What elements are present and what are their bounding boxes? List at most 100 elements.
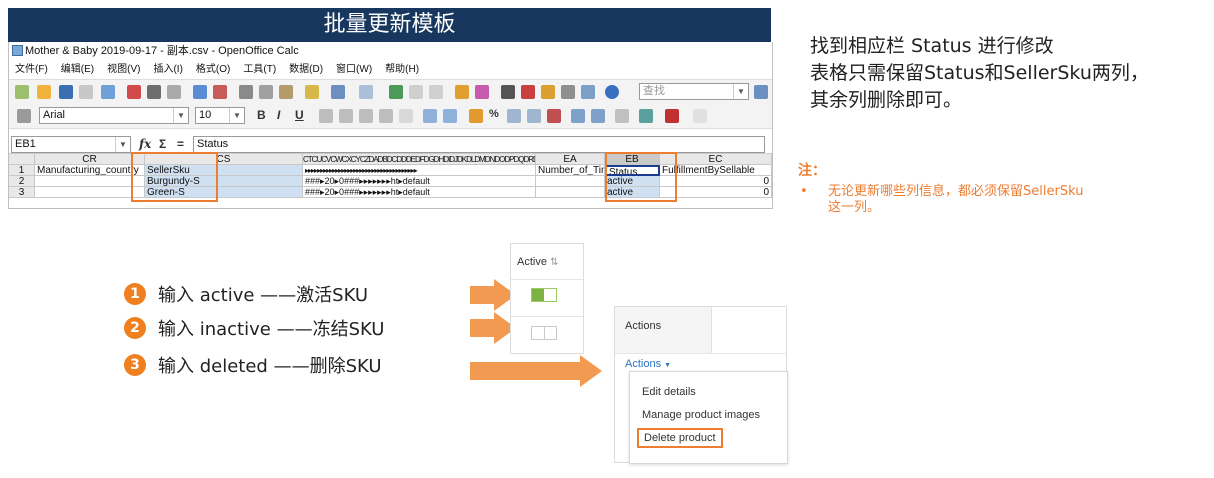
col-header-cr[interactable]: CR	[35, 154, 145, 165]
background-color-icon[interactable]	[639, 109, 653, 123]
corner-cell[interactable]	[9, 154, 35, 165]
hyperlink-icon[interactable]	[389, 85, 403, 99]
row-header[interactable]: 2	[9, 176, 35, 187]
currency-icon[interactable]	[469, 109, 483, 123]
draw-functions-icon[interactable]	[475, 85, 489, 99]
menu-insert[interactable]: 插入(I)	[153, 61, 182, 78]
menu-item-edit-details[interactable]: Edit details	[642, 386, 696, 398]
datasources-icon[interactable]	[561, 85, 575, 99]
align-center-icon[interactable]	[339, 109, 353, 123]
new-icon[interactable]	[15, 85, 29, 99]
equals-icon[interactable]: =	[177, 137, 184, 151]
active-toggle-on[interactable]	[531, 288, 557, 302]
chevron-down-icon[interactable]: ▼	[115, 137, 130, 152]
navigator-icon[interactable]	[521, 85, 535, 99]
pdf-icon[interactable]	[127, 85, 141, 99]
menu-window[interactable]: 窗口(W)	[336, 61, 372, 78]
merge-cells-icon[interactable]	[399, 109, 413, 123]
percent-icon[interactable]: %	[489, 108, 499, 120]
sort-ascending-icon[interactable]	[409, 85, 423, 99]
paste-icon[interactable]	[279, 85, 293, 99]
step-text: 输入 deleted ——删除SKU	[158, 356, 382, 377]
chevron-down-icon[interactable]: ▼	[173, 108, 188, 123]
bold-icon[interactable]: B	[257, 108, 266, 122]
menu-view[interactable]: 视图(V)	[107, 61, 140, 78]
chart-icon[interactable]	[455, 85, 469, 99]
actions-dropdown-label: Actions	[625, 358, 662, 370]
find-replace-icon[interactable]	[501, 85, 515, 99]
menu-item-manage-images[interactable]: Manage product images	[642, 409, 760, 421]
chevron-down-icon[interactable]: ▼	[733, 84, 748, 99]
menu-format[interactable]: 格式(O)	[196, 61, 230, 78]
table-cell[interactable]	[536, 176, 605, 187]
save-icon[interactable]	[59, 85, 73, 99]
row-header[interactable]: 3	[9, 187, 35, 198]
edit-file-icon[interactable]	[101, 85, 115, 99]
font-color-icon[interactable]	[665, 109, 679, 123]
status-highlight	[605, 152, 677, 202]
find-input[interactable]: 查找 ▼	[639, 83, 749, 100]
menu-file[interactable]: 文件(F)	[15, 61, 48, 78]
cut-icon[interactable]	[239, 85, 253, 99]
copy-icon[interactable]	[259, 85, 273, 99]
table-cell[interactable]: Manufacturing_country	[35, 165, 145, 176]
format-paintbrush-icon[interactable]	[305, 85, 319, 99]
align-left-icon[interactable]	[319, 109, 333, 123]
col-header-ea[interactable]: EA	[536, 154, 605, 165]
align-middle-icon[interactable]	[443, 109, 457, 123]
justify-icon[interactable]	[379, 109, 393, 123]
menu-tools[interactable]: 工具(T)	[243, 61, 276, 78]
font-size-select[interactable]: 10 ▼	[195, 107, 245, 124]
table-cell[interactable]: ▸▸▸▸▸▸▸▸▸▸▸▸▸▸▸▸▸▸▸▸▸▸▸▸▸▸▸▸▸▸▸▸▸▸▸▸▸	[303, 165, 536, 176]
menu-item-delete-product[interactable]: Delete product	[637, 428, 723, 448]
table-cell[interactable]	[536, 187, 605, 198]
menu-edit[interactable]: 编辑(E)	[61, 61, 94, 78]
sum-icon[interactable]: Σ	[159, 137, 166, 151]
chevron-down-icon[interactable]: ▼	[229, 108, 244, 123]
toolbar-options-icon[interactable]	[693, 109, 707, 123]
email-icon[interactable]	[79, 85, 93, 99]
styles-icon[interactable]	[17, 109, 31, 123]
sort-descending-icon[interactable]	[429, 85, 443, 99]
actions-dropdown[interactable]: Actions ▼	[625, 358, 671, 370]
formula-input[interactable]: Status	[193, 136, 765, 153]
print-icon[interactable]	[147, 85, 161, 99]
note-text-line-2: 这一列。	[828, 200, 881, 215]
name-box[interactable]: EB1 ▼	[11, 136, 131, 153]
table-cell[interactable]	[35, 176, 145, 187]
borders-icon[interactable]	[615, 109, 629, 123]
spellcheck-icon[interactable]	[193, 85, 207, 99]
table-cell[interactable]: ###▸20▸0###▸▸▸▸▸▸▸ht▸default	[303, 187, 536, 198]
gallery-icon[interactable]	[541, 85, 555, 99]
step-inactive: 2 输入 inactive ——冻结SKU	[124, 315, 385, 341]
underline-icon[interactable]: U	[295, 108, 304, 122]
increase-indent-icon[interactable]	[591, 109, 605, 123]
add-decimal-icon[interactable]	[527, 109, 541, 123]
help-icon[interactable]	[605, 85, 619, 99]
menu-help[interactable]: 帮助(H)	[385, 61, 419, 78]
calc-window: Mother & Baby 2019-09-17 - 副本.csv - Open…	[8, 42, 773, 209]
col-header-ct-dz[interactable]: CTCUCVCWCXCYCZDADBDCDDDEDFDGDHDIDJDKDLDM…	[303, 154, 536, 165]
menu-data[interactable]: 数据(D)	[289, 61, 323, 78]
autospell-icon[interactable]	[213, 85, 227, 99]
function-wizard-icon[interactable]: fx	[139, 137, 151, 151]
table-cell[interactable]	[35, 187, 145, 198]
table-cell[interactable]: Number_of_Tins	[536, 165, 605, 176]
print-preview-icon[interactable]	[167, 85, 181, 99]
decrease-indent-icon[interactable]	[571, 109, 585, 123]
row-header[interactable]: 1	[9, 165, 35, 176]
table-cell[interactable]: ###▸20▸0###▸▸▸▸▸▸▸ht▸default	[303, 176, 536, 187]
standard-format-icon[interactable]	[507, 109, 521, 123]
italic-icon[interactable]: I	[277, 108, 280, 122]
align-top-icon[interactable]	[423, 109, 437, 123]
redo-icon[interactable]	[359, 85, 373, 99]
font-name-select[interactable]: Arial ▼	[39, 107, 189, 124]
undo-icon[interactable]	[331, 85, 345, 99]
active-toggle-off[interactable]	[531, 326, 557, 340]
sort-icon[interactable]: ⇅	[550, 257, 558, 268]
find-next-icon[interactable]	[754, 85, 768, 99]
open-icon[interactable]	[37, 85, 51, 99]
align-right-icon[interactable]	[359, 109, 373, 123]
delete-decimal-icon[interactable]	[547, 109, 561, 123]
zoom-icon[interactable]	[581, 85, 595, 99]
